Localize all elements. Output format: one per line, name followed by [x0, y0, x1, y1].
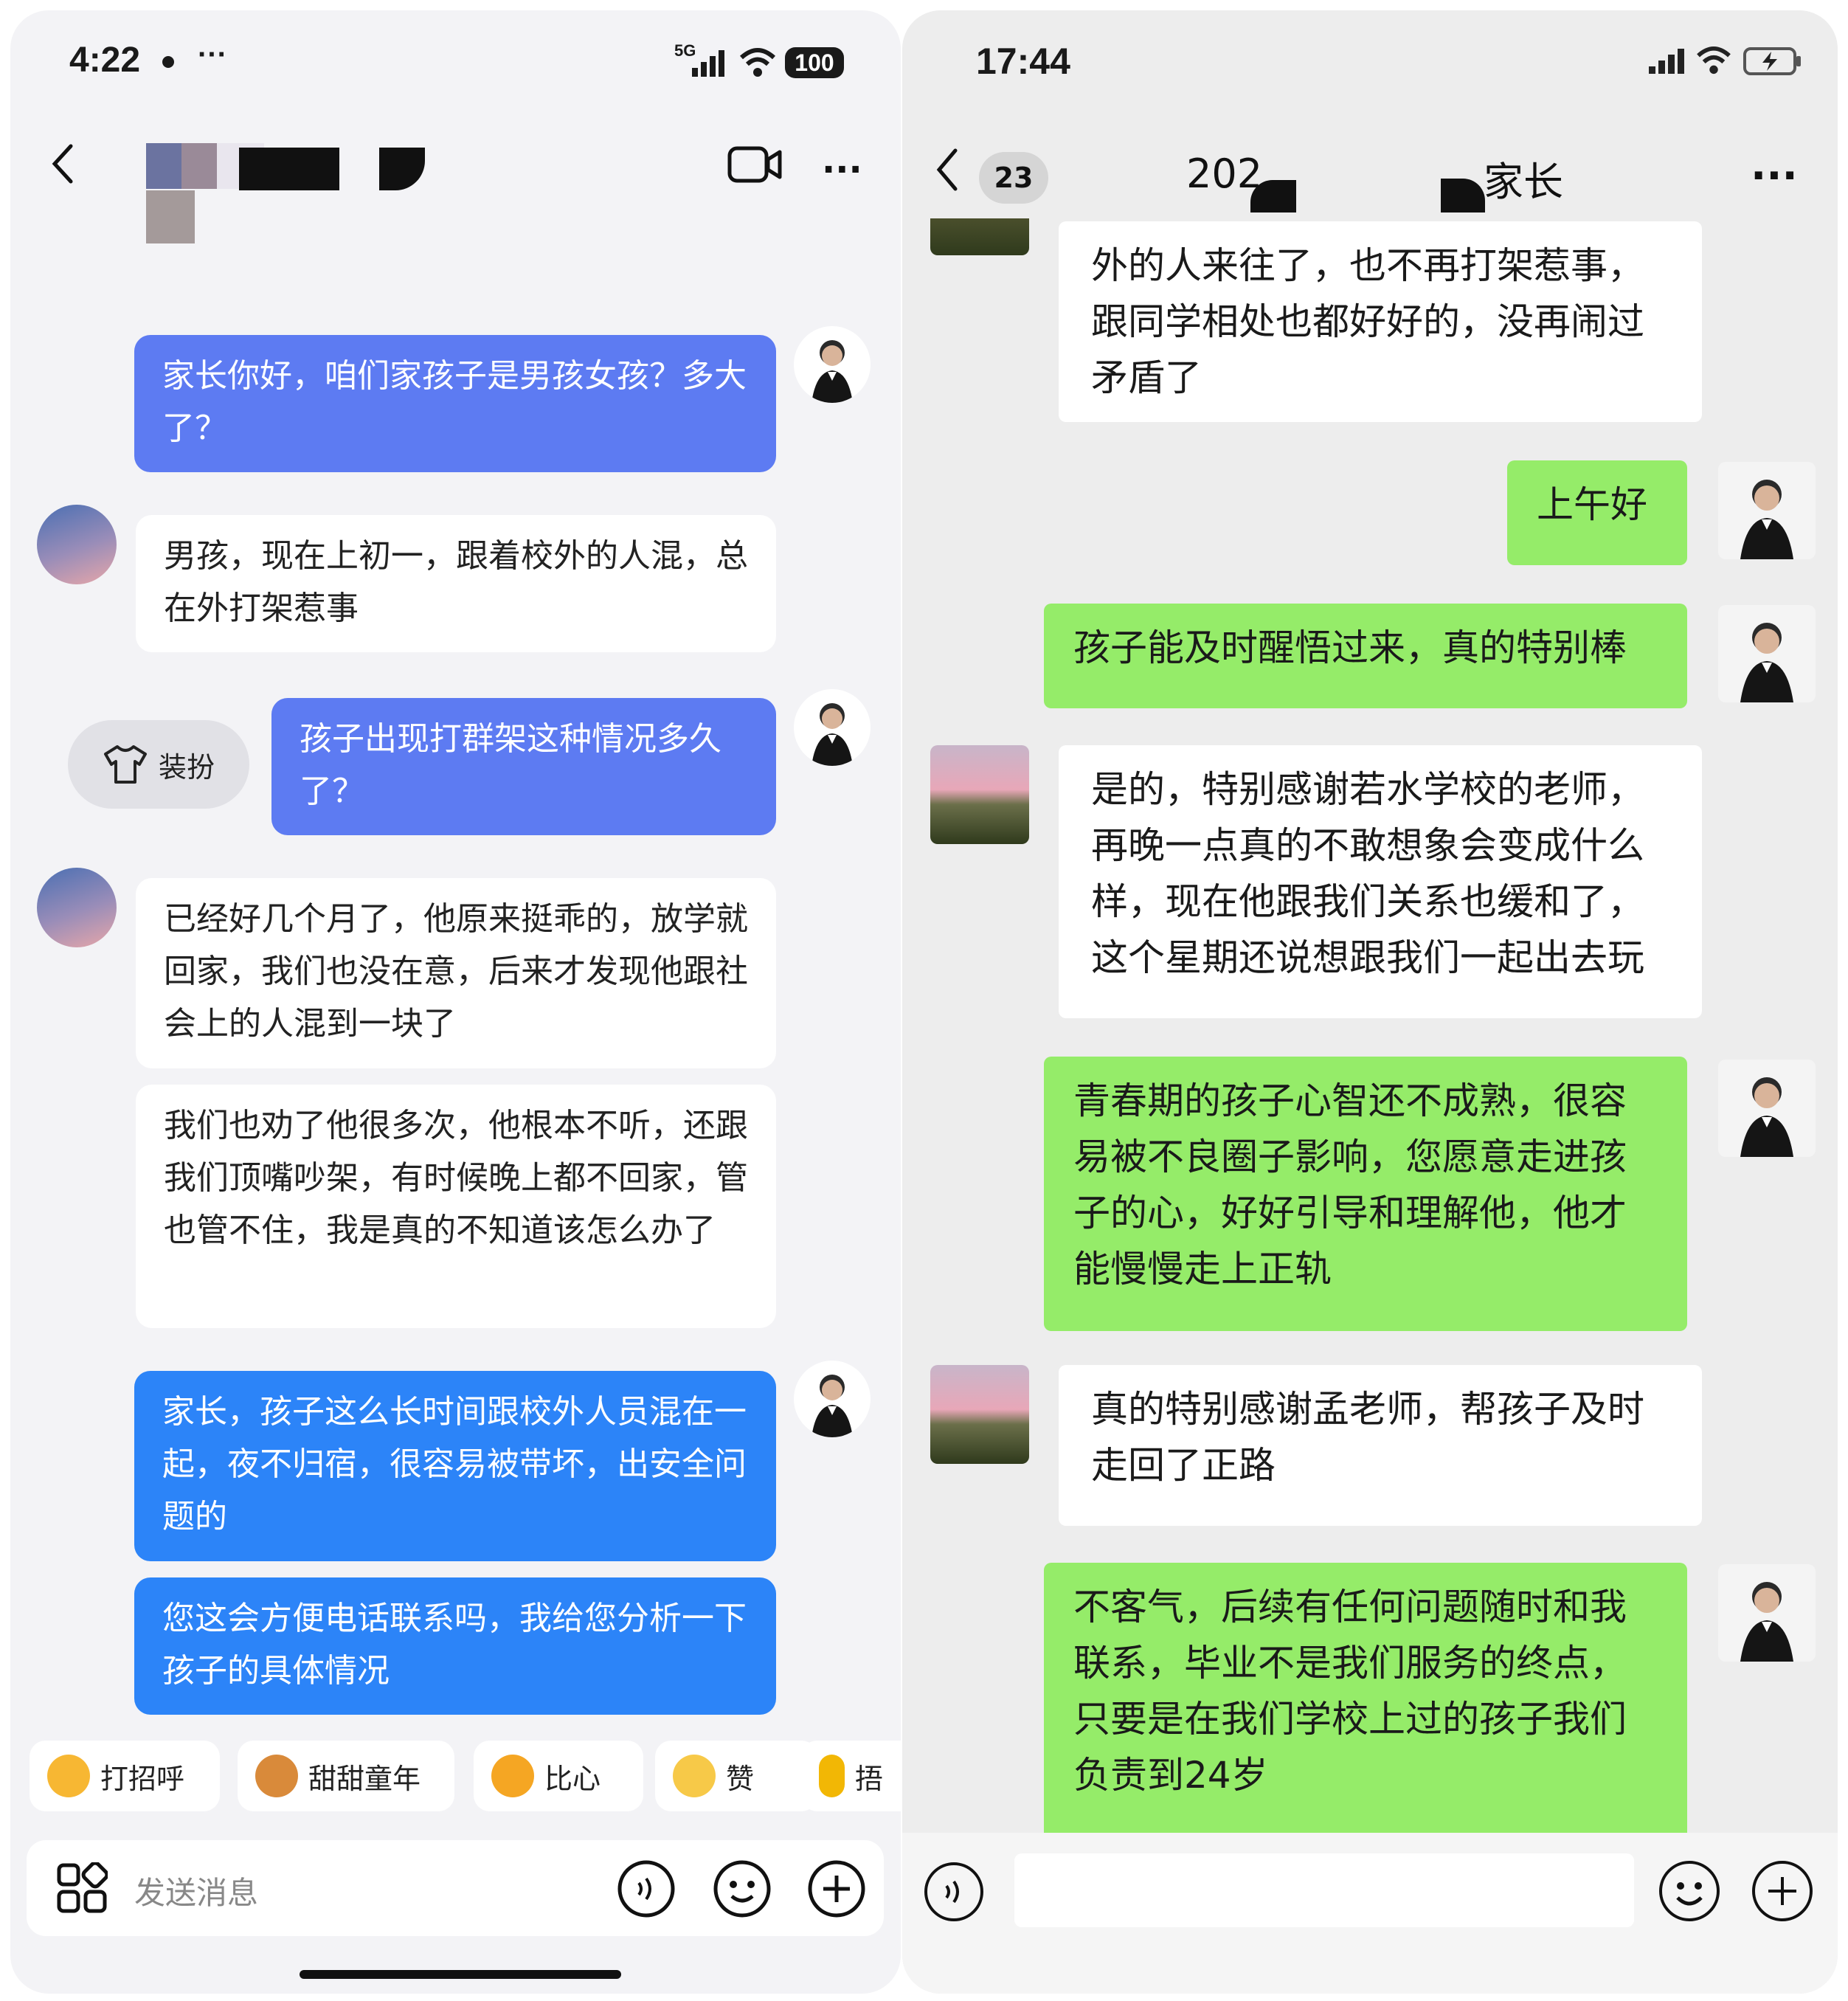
- quick-reply-label: 甜甜童年: [308, 1762, 421, 1795]
- emoji-icon[interactable]: [713, 1859, 772, 1918]
- parent-avatar-partial: [930, 218, 1029, 255]
- emoji-icon[interactable]: [1658, 1859, 1721, 1923]
- parent-message-3[interactable]: 我们也劝了他很多次，他根本不听，还跟我们顶嘴吵架，有时候晚上都不回家，管也管不住…: [136, 1085, 776, 1328]
- tshirt-icon: [103, 745, 147, 784]
- parent-message-2[interactable]: 是的，特别感谢若水学校的老师，再晚一点真的不敢想象会变成什么样，现在他跟我们关系…: [1059, 745, 1702, 1018]
- agent-avatar[interactable]: [1718, 1564, 1816, 1662]
- quick-reply-label: 捂: [854, 1762, 883, 1795]
- status-time: 17:44: [976, 41, 1070, 82]
- parent-message-3[interactable]: 真的特别感谢孟老师，帮孩子及时走回了正路: [1059, 1365, 1702, 1526]
- redacted-mark: [379, 148, 425, 190]
- chat-title-suffix: 家长: [1484, 159, 1563, 205]
- agent-avatar[interactable]: [1718, 1060, 1816, 1157]
- agent-message-3[interactable]: 青春期的孩子心智还不成熟，很容易被不良圈子影响，您愿意走进孩子的心，好好引导和理…: [1044, 1057, 1687, 1331]
- battery-charging-icon: [1743, 47, 1802, 75]
- quick-reply-heart[interactable]: 比心: [474, 1741, 643, 1811]
- left-chat-screen: 4:22 ··· 5G 100 ··· 家长你好，咱们家孩子是男孩女孩？多大了？…: [10, 10, 901, 1994]
- signal-icon: [1647, 49, 1687, 75]
- parent-avatar[interactable]: [930, 745, 1029, 844]
- battery-icon: 100: [785, 47, 844, 78]
- parent-message-1[interactable]: 外的人来往了，也不再打架惹事，跟同学相处也都好好的，没再闹过矛盾了: [1059, 221, 1702, 422]
- quick-reply-label: 赞: [726, 1762, 755, 1795]
- agent-message-1[interactable]: 上午好: [1507, 460, 1687, 565]
- more-status-icon: ···: [198, 38, 227, 71]
- laugh-emoji-icon: [819, 1755, 845, 1797]
- wave-emoji-icon: [47, 1755, 90, 1797]
- agent-avatar[interactable]: [1718, 605, 1816, 702]
- parent-message-1[interactable]: 男孩，现在上初一，跟着校外的人混，总在外打架惹事: [136, 515, 776, 652]
- redacted-title-mark: [1250, 180, 1296, 212]
- message-input[interactable]: [1014, 1853, 1634, 1927]
- voice-icon[interactable]: [617, 1859, 676, 1918]
- redacted-name: [239, 148, 339, 190]
- back-arrow-icon[interactable]: [933, 146, 963, 193]
- agent-avatar[interactable]: [794, 689, 871, 766]
- quick-reply-label: 打招呼: [100, 1762, 185, 1795]
- more-options-icon[interactable]: ···: [822, 149, 862, 190]
- more-options-icon[interactable]: ···: [1751, 152, 1798, 200]
- agent-message-2[interactable]: 孩子出现打群架这种情况多久了？: [271, 698, 776, 835]
- message-input-bar: 发送消息: [27, 1840, 884, 1936]
- status-time: 4:22: [69, 41, 141, 80]
- thumbs-up-emoji-icon: [673, 1755, 716, 1797]
- agent-avatar[interactable]: [794, 1361, 871, 1437]
- signal-icon: [691, 49, 726, 78]
- unread-count-badge[interactable]: 23: [979, 152, 1048, 204]
- dress-up-button[interactable]: 装扮: [68, 720, 249, 809]
- agent-avatar[interactable]: [1718, 462, 1816, 559]
- agent-message-1[interactable]: 家长你好，咱们家孩子是男孩女孩？多大了？: [134, 335, 776, 472]
- redacted-title-mark: [1441, 179, 1485, 212]
- plus-icon[interactable]: [1751, 1859, 1814, 1923]
- wifi-icon: [1695, 46, 1732, 75]
- redacted-block: [146, 190, 195, 243]
- wifi-icon: [739, 47, 776, 78]
- home-indicator: [300, 1970, 621, 1979]
- agent-message-3[interactable]: 家长，孩子这么长时间跟校外人员混在一起，夜不归宿，很容易被带坏，出安全问题的: [134, 1371, 776, 1561]
- video-call-icon[interactable]: [727, 145, 782, 184]
- back-arrow-icon[interactable]: [49, 142, 78, 186]
- message-input[interactable]: 发送消息: [134, 1868, 258, 1913]
- agent-avatar[interactable]: [794, 326, 871, 403]
- input-bar: [902, 1833, 1838, 1994]
- status-dot-icon: [162, 56, 174, 68]
- agent-message-2[interactable]: 孩子能及时醒悟过来，真的特别棒: [1044, 604, 1687, 708]
- heart-hands-emoji-icon: [491, 1755, 534, 1797]
- parent-avatar[interactable]: [930, 1365, 1029, 1464]
- voice-icon[interactable]: [923, 1861, 985, 1923]
- agent-message-4[interactable]: 您这会方便电话联系吗，我给您分析一下孩子的具体情况: [134, 1577, 776, 1715]
- quick-reply-childhood[interactable]: 甜甜童年: [238, 1741, 454, 1811]
- quick-reply-like[interactable]: 赞: [655, 1741, 817, 1811]
- parent-avatar[interactable]: [37, 868, 117, 947]
- quick-reply-greet[interactable]: 打招呼: [30, 1741, 220, 1811]
- parent-avatar[interactable]: [37, 505, 117, 584]
- bear-emoji-icon: [255, 1755, 298, 1797]
- quick-reply-label: 比心: [544, 1762, 601, 1795]
- right-chat-screen: 17:44 23 202 家长 ··· 外的人来往了，也不再打架惹事，跟同学相处…: [902, 10, 1838, 1994]
- dress-up-label: 装扮: [158, 750, 215, 784]
- chat-title-prefix: 202: [1186, 151, 1263, 197]
- agent-message-4[interactable]: 不客气，后续有任何问题随时和我联系，毕业不是我们服务的终点，只要是在我们学校上过…: [1044, 1563, 1687, 1846]
- apps-grid-icon[interactable]: [56, 1862, 108, 1914]
- parent-message-2[interactable]: 已经好几个月了，他原来挺乖的，放学就回家，我们也没在意，后来才发现他跟社会上的人…: [136, 878, 776, 1068]
- quick-reply-cover[interactable]: 捂: [801, 1741, 901, 1811]
- plus-icon[interactable]: [807, 1859, 866, 1918]
